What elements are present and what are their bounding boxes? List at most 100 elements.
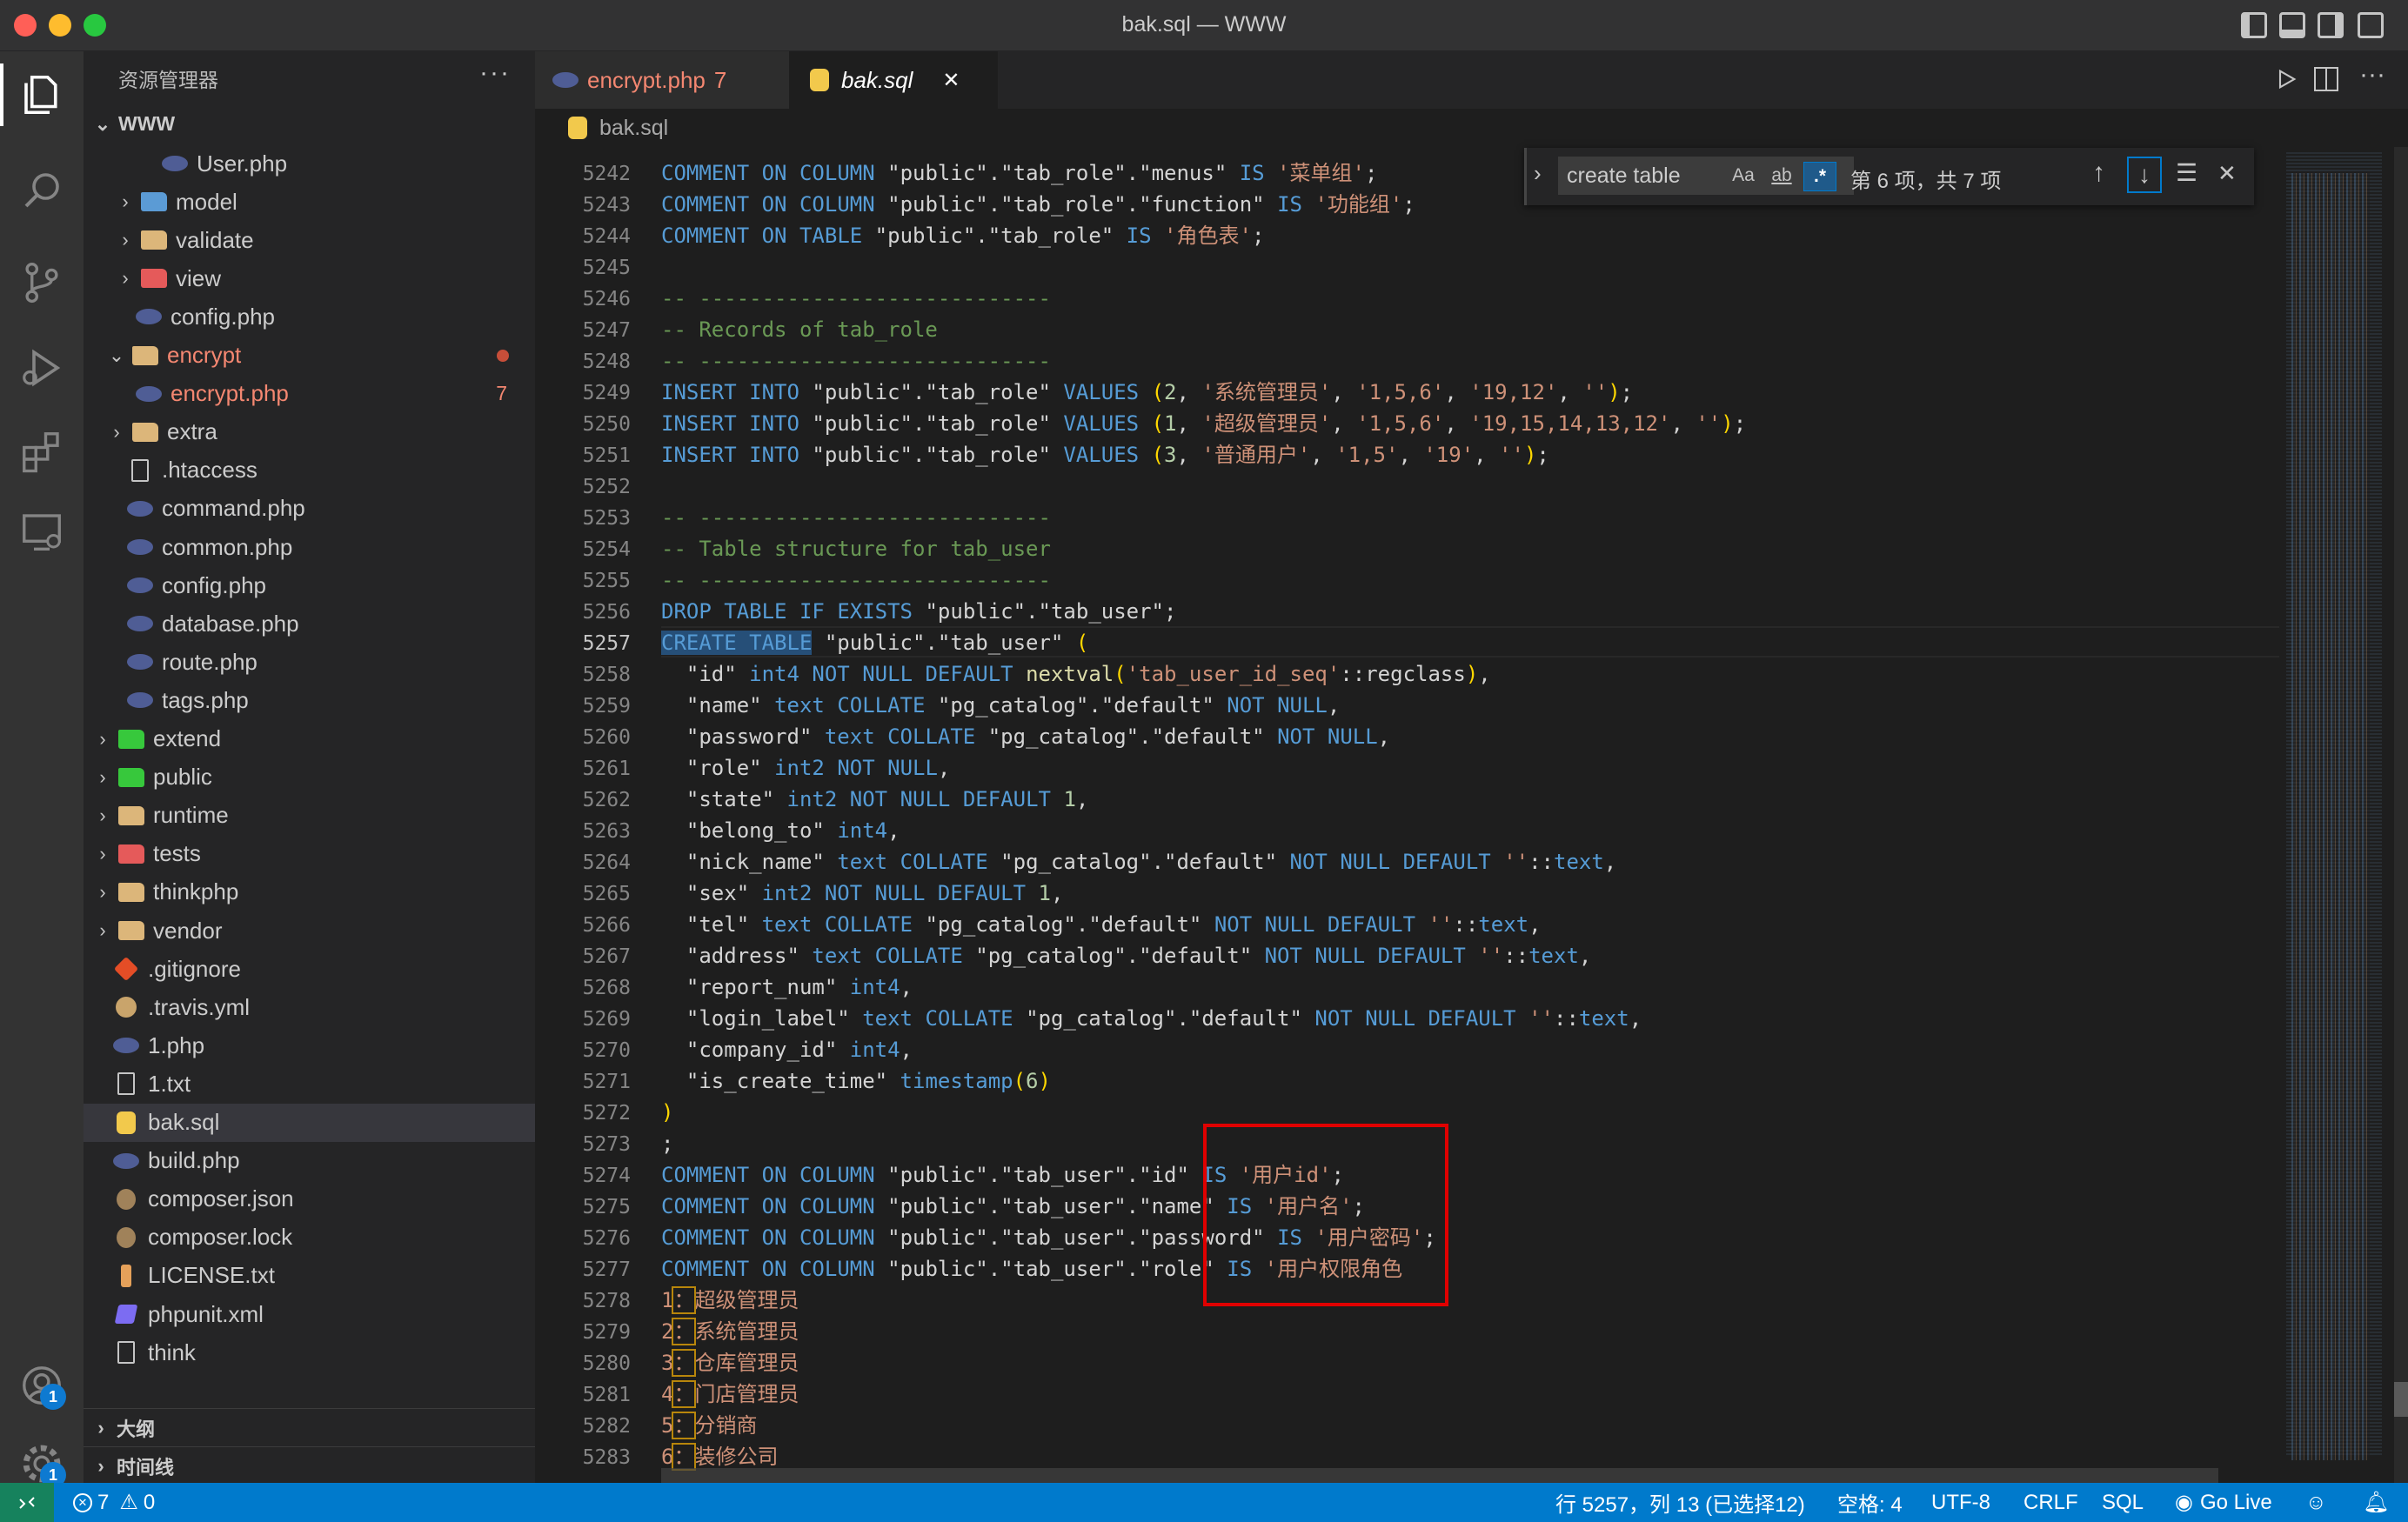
code-line[interactable]: ; (661, 1128, 673, 1159)
tree-item[interactable]: › model (84, 183, 535, 221)
code-line[interactable]: "tel" text COLLATE "pg_catalog"."default… (661, 909, 1542, 940)
whole-word-toggle[interactable]: ab (1767, 162, 1796, 190)
code-line[interactable]: INSERT INTO "public"."tab_role" VALUES (… (661, 439, 1549, 471)
code-line[interactable]: INSERT INTO "public"."tab_role" VALUES (… (661, 377, 1633, 408)
run-debug-icon[interactable] (16, 342, 68, 394)
code-line[interactable]: "role" int2 NOT NULL, (661, 752, 950, 784)
outline-section[interactable]: › 大纲 (84, 1408, 535, 1447)
tree-item[interactable]: › vendor (84, 911, 535, 950)
code-line[interactable]: "name" text COLLATE "pg_catalog"."defaul… (661, 690, 1340, 721)
tree-item[interactable]: phpunit.xml (84, 1295, 535, 1333)
problems-indicator[interactable]: ✕ 7 ⚠ 0 (73, 1483, 155, 1522)
explorer-icon[interactable] (16, 69, 68, 121)
timeline-section[interactable]: › 时间线 (84, 1446, 535, 1485)
more-actions-icon[interactable]: ··· (2359, 60, 2385, 90)
notifications-bell-icon[interactable]: 🔔︎ (2363, 1483, 2389, 1522)
tree-item[interactable]: › runtime (84, 797, 535, 835)
tree-item[interactable]: › extra (84, 413, 535, 451)
tree-item[interactable]: config.php (84, 566, 535, 604)
code-line[interactable]: 3：仓库管理员 (661, 1347, 799, 1378)
manage-gear-icon[interactable]: 1 (16, 1438, 68, 1490)
accounts-icon[interactable]: 1 (16, 1359, 68, 1412)
customize-layout-icon[interactable] (2358, 12, 2384, 38)
tree-item[interactable]: › view (84, 259, 535, 297)
toggle-sidebar-icon[interactable] (2241, 12, 2267, 38)
tab-bak-sql[interactable]: bak.sql ✕ (789, 51, 998, 109)
end-of-line[interactable]: CRLF (2023, 1483, 2078, 1522)
tree-item[interactable]: LICENSE.txt (84, 1257, 535, 1295)
tree-item[interactable]: › public (84, 758, 535, 797)
language-mode[interactable]: SQL (2102, 1483, 2144, 1522)
vertical-scrollbar[interactable] (2394, 147, 2408, 1483)
code-line[interactable]: CREATE TABLE "public"."tab_user" ( (661, 627, 1088, 658)
code-line[interactable]: -- ---------------------------- (661, 345, 1051, 377)
tree-item[interactable]: User.php (84, 144, 535, 183)
tree-item[interactable]: .travis.yml (84, 988, 535, 1026)
match-case-toggle[interactable]: Aa (1730, 162, 1756, 190)
tree-item[interactable]: 1.txt (84, 1065, 535, 1103)
code-line[interactable]: "id" int4 NOT NULL DEFAULT nextval('tab_… (661, 658, 1491, 690)
find-in-selection-icon[interactable]: ☰ (2176, 158, 2197, 187)
breadcrumb-file[interactable]: bak.sql (599, 116, 668, 141)
next-match-icon[interactable]: ↓ (2127, 157, 2162, 193)
tree-item[interactable]: command.php (84, 490, 535, 528)
code-line[interactable]: -- Records of tab_role (661, 314, 938, 345)
tree-item[interactable]: ⌄ encrypt (84, 337, 535, 375)
tree-item[interactable]: 1.php (84, 1026, 535, 1065)
code-line[interactable]: ) (661, 1097, 673, 1128)
close-find-icon[interactable]: ✕ (2217, 160, 2237, 187)
toggle-panel-icon[interactable] (2279, 12, 2305, 38)
code-line[interactable]: -- ---------------------------- (661, 283, 1051, 314)
tree-item[interactable]: composer.lock (84, 1218, 535, 1257)
remote-explorer-icon[interactable] (16, 505, 68, 557)
tree-item[interactable]: composer.json (84, 1180, 535, 1218)
code-line[interactable]: "is_create_time" timestamp(6) (661, 1065, 1051, 1097)
code-line[interactable]: "nick_name" text COLLATE "pg_catalog"."d… (661, 846, 1616, 878)
feedback-icon[interactable]: ☺ (2305, 1483, 2327, 1522)
workspace-root[interactable]: ⌄ WWW (94, 112, 175, 136)
extensions-icon[interactable] (16, 425, 68, 477)
code-line[interactable]: -- ---------------------------- (661, 564, 1051, 596)
tree-item[interactable]: › extend (84, 720, 535, 758)
tree-item[interactable]: encrypt.php 7 (84, 375, 535, 413)
toggle-replace-icon[interactable]: › (1534, 160, 1542, 187)
source-control-icon[interactable] (16, 257, 68, 309)
tree-item[interactable]: › tests (84, 835, 535, 873)
code-line[interactable]: "report_num" int4, (661, 971, 913, 1003)
code-line[interactable]: -- Table structure for tab_user (661, 533, 1051, 564)
code-line[interactable]: 2：系统管理员 (661, 1316, 799, 1347)
scrollbar-thumb[interactable] (2394, 1382, 2408, 1417)
code-line[interactable]: -- ---------------------------- (661, 502, 1051, 533)
run-icon[interactable] (2274, 67, 2298, 96)
cursor-position[interactable]: 行 5257，列 13 (已选择12) (1555, 1483, 1805, 1522)
code-line[interactable]: "password" text COLLATE "pg_catalog"."de… (661, 721, 1390, 752)
tree-item[interactable]: › validate (84, 221, 535, 259)
tree-item[interactable]: .htaccess (84, 451, 535, 490)
tab-encrypt-php[interactable]: encrypt.php 7 (535, 51, 789, 109)
code-line[interactable]: COMMENT ON TABLE "public"."tab_role" IS … (661, 220, 1264, 251)
code-editor[interactable]: COMMENT ON COLUMN "public"."tab_role"."m… (661, 147, 2279, 1483)
tree-item[interactable]: tags.php (84, 681, 535, 719)
minimap[interactable] (2279, 147, 2408, 1483)
regex-toggle[interactable]: .* (1803, 162, 1836, 191)
code-line[interactable]: "state" int2 NOT NULL DEFAULT 1, (661, 784, 1088, 815)
horizontal-scrollbar[interactable] (661, 1468, 2218, 1483)
code-line[interactable]: "login_label" text COLLATE "pg_catalog".… (661, 1003, 1642, 1034)
close-tab-icon[interactable]: ✕ (942, 68, 960, 93)
code-line[interactable]: "sex" int2 NOT NULL DEFAULT 1, (661, 878, 1064, 909)
split-editor-icon[interactable] (2314, 67, 2338, 91)
code-line[interactable]: INSERT INTO "public"."tab_role" VALUES (… (661, 408, 1746, 439)
tree-item[interactable]: build.php (84, 1142, 535, 1180)
code-line[interactable]: DROP TABLE IF EXISTS "public"."tab_user"… (661, 596, 1176, 627)
tree-item[interactable]: .gitignore (84, 950, 535, 988)
code-line[interactable]: "address" text COLLATE "pg_catalog"."def… (661, 940, 1591, 971)
search-icon[interactable] (16, 164, 68, 217)
more-actions-button[interactable]: ··· (479, 58, 511, 88)
tree-item[interactable]: common.php (84, 528, 535, 566)
toggle-secondary-sidebar-icon[interactable] (2318, 12, 2344, 38)
tree-item[interactable]: database.php (84, 604, 535, 643)
indentation[interactable]: 空格: 4 (1837, 1483, 1903, 1522)
code-line[interactable]: 1：超级管理员 (661, 1285, 799, 1316)
code-line[interactable]: COMMENT ON COLUMN "public"."tab_role"."f… (661, 189, 1415, 220)
remote-indicator-icon[interactable] (0, 1483, 54, 1522)
